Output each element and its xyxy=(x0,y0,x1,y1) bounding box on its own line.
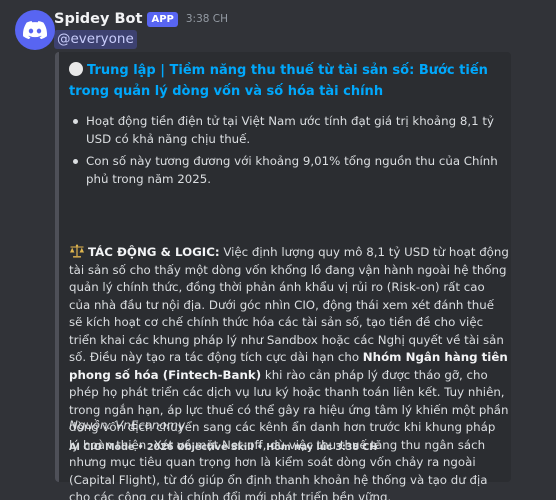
analysis-text-2: khi rào cản pháp lý được tháo gỡ, cho ph… xyxy=(69,367,509,500)
analysis-heading: TÁC ĐỘNG & LOGIC: xyxy=(88,245,220,259)
list-item: Hoạt động tiền điện tử tại Việt Nam ước … xyxy=(69,112,509,148)
source-text: Nguồn: VnEconomy xyxy=(69,418,186,432)
embed-title[interactable]: Trung lập | Tiềm năng thu thuế từ tài sả… xyxy=(69,60,505,102)
embed-footer: AI CIO Mode • 2026 Objective Skill • Hôm… xyxy=(69,442,378,453)
discord-logo-icon xyxy=(23,21,47,39)
timestamp[interactable]: 3:38 CH xyxy=(186,13,228,25)
app-badge: APP xyxy=(147,11,178,27)
avatar[interactable] xyxy=(15,10,55,50)
username[interactable]: Spidey Bot xyxy=(54,11,142,27)
balance-scale-icon xyxy=(70,244,84,258)
white-circle-icon xyxy=(69,62,83,76)
chat-message: Spidey Bot APP 3:38 CH @everyone Trung l… xyxy=(0,0,556,500)
analysis-paragraph: TÁC ĐỘNG & LOGIC: Việc định lượng quy mô… xyxy=(69,244,509,500)
message-header: Spidey Bot APP 3:38 CH xyxy=(54,9,228,29)
bullet-list: Hoạt động tiền điện tử tại Việt Nam ước … xyxy=(69,112,509,192)
embed-title-text[interactable]: Trung lập | Tiềm năng thu thuế từ tài sả… xyxy=(69,63,488,99)
everyone-mention[interactable]: @everyone xyxy=(54,30,137,49)
analysis-text-1: Việc định lượng quy mô 8,1 tỷ USD từ hoạ… xyxy=(69,245,509,364)
list-item: Con số này tương đương với khoảng 9,01% … xyxy=(69,152,509,188)
embed-card: Trung lập | Tiềm năng thu thuế từ tài sả… xyxy=(55,52,511,500)
